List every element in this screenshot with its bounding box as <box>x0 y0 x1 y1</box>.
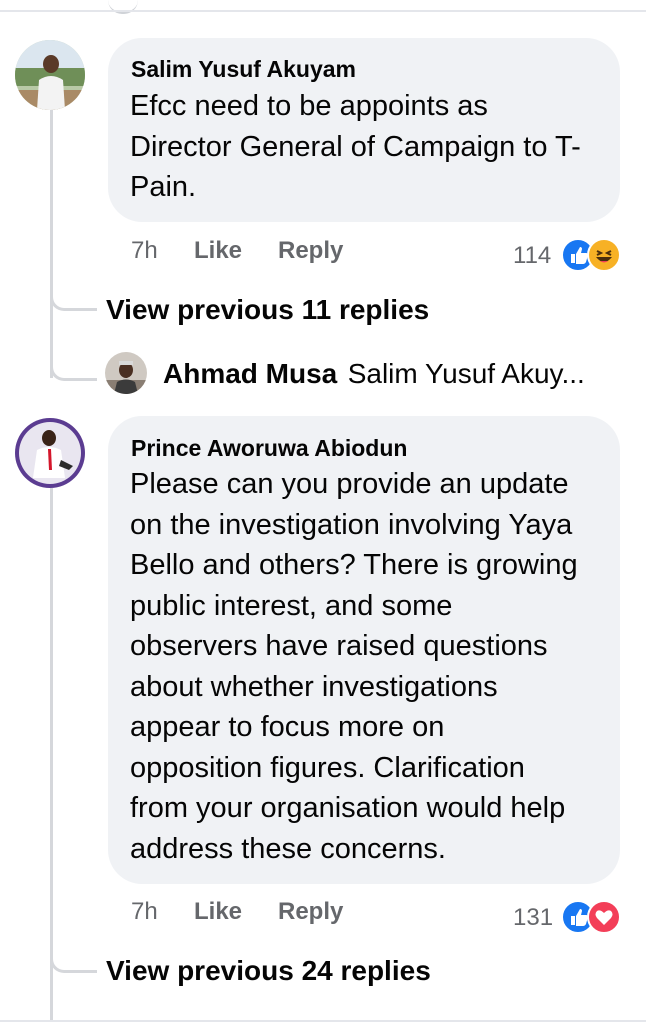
reaction-count: 131 <box>513 904 554 931</box>
avatar-photo <box>15 40 85 110</box>
comment-timestamp[interactable]: 7h <box>131 237 158 265</box>
thread-line <box>50 110 53 378</box>
haha-reaction-icon <box>587 238 621 272</box>
view-previous-replies-link[interactable]: View previous 24 replies <box>106 955 431 987</box>
comment-text: Efcc need to be appoints as Director Gen… <box>130 86 610 208</box>
avatar[interactable] <box>15 418 85 488</box>
thread-branch <box>50 340 97 381</box>
comment-text-line: Efcc need to be appoints as <box>130 90 488 122</box>
comment-timestamp[interactable]: 7h <box>131 898 158 926</box>
reaction-summary[interactable]: 114 <box>505 236 625 272</box>
thread-branch <box>50 280 97 311</box>
comment-author[interactable]: Prince Aworuwa Abiodun <box>131 435 407 462</box>
comment-text-line: Director General of Campaign to T- <box>130 130 581 163</box>
comment-text-line: on the investigation involving Yaya <box>130 508 573 541</box>
avatar[interactable] <box>15 40 85 110</box>
comment-author[interactable]: Salim Yusuf Akuyam <box>131 56 356 83</box>
bottom-divider <box>0 1020 646 1022</box>
comment-text-line: Pain. <box>130 171 197 203</box>
avatar[interactable] <box>105 352 147 394</box>
view-previous-replies-link[interactable]: View previous 11 replies <box>106 294 429 326</box>
avatar-photo <box>105 352 147 394</box>
comment-text-line: Bello and others? There is growing <box>130 549 578 581</box>
comment-text-line: appear to focus more on <box>130 711 445 743</box>
like-button[interactable]: Like <box>194 237 242 265</box>
like-button[interactable]: Like <box>194 898 242 926</box>
reply-preview[interactable]: Ahmad Musa Salim Yusuf Akuy... <box>163 358 585 390</box>
comment-text-line: from your organisation would help <box>130 792 566 824</box>
reply-snippet: Salim Yusuf Akuy... <box>347 358 585 389</box>
comment-text-line: observers have raised questions <box>130 630 548 662</box>
top-divider <box>0 10 646 12</box>
comment-text-line: Please can you provide an update <box>130 468 569 500</box>
reply-author[interactable]: Ahmad Musa <box>163 358 337 389</box>
comment-text-line: opposition figures. Clarification <box>130 751 525 784</box>
reaction-summary[interactable]: 131 <box>505 898 625 934</box>
reply-button[interactable]: Reply <box>278 898 343 926</box>
comment-text-line: about whether investigations <box>130 670 498 703</box>
thread-branch <box>50 940 97 973</box>
love-reaction-icon <box>587 900 621 934</box>
avatar-photo <box>15 418 85 488</box>
comment-text: Please can you provide an update on the … <box>130 464 610 869</box>
comment-text-line: public interest, and some <box>130 589 453 622</box>
reaction-count: 114 <box>513 242 552 269</box>
reply-button[interactable]: Reply <box>278 237 343 265</box>
comment-text-line: address these concerns. <box>130 832 446 865</box>
